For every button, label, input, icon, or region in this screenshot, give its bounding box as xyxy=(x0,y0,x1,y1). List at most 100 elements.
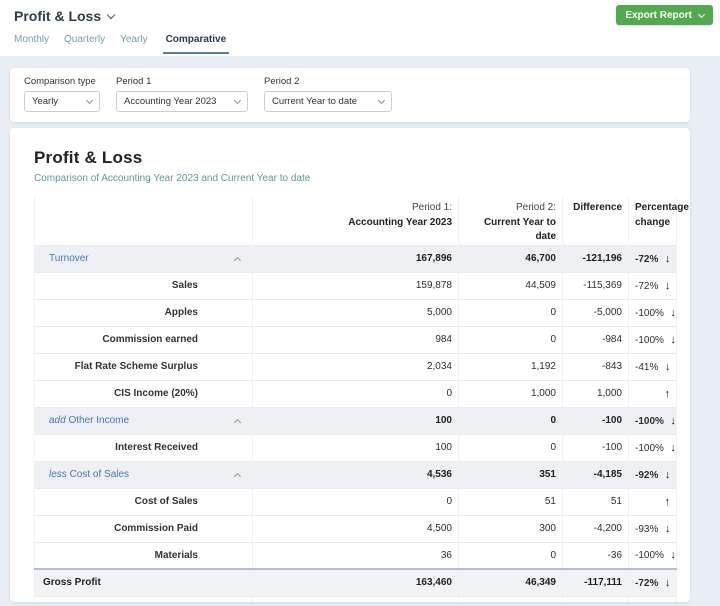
percentage-cell: -100%↓ xyxy=(629,299,677,326)
row-label-cell: Turnover xyxy=(35,245,253,272)
trend-down-icon: ↓ xyxy=(664,415,676,427)
row-label-cell: add Other Income xyxy=(35,407,253,434)
empty-cell xyxy=(253,596,459,602)
period2-column-header: Period 2: Current Year to date xyxy=(459,196,563,245)
period2-value-cell: 0 xyxy=(459,434,563,461)
percentage-cell: -100%↓ xyxy=(629,326,677,353)
trend-down-icon: ↓ xyxy=(658,361,670,373)
table-row: Cost of Sales05151↑ xyxy=(35,488,677,515)
percentage-value: -100% xyxy=(635,443,664,454)
difference-value-cell: -100 xyxy=(563,434,629,461)
percentage-cell: -100%↓ xyxy=(629,542,677,569)
percentage-cell: -41%↓ xyxy=(629,353,677,380)
row-label-cell: Gross Profit xyxy=(35,569,253,596)
difference-column-header: Difference xyxy=(563,196,629,245)
empty-cell xyxy=(563,596,629,602)
tab-yearly[interactable]: Yearly xyxy=(120,34,147,54)
period1-value-cell: 0 xyxy=(253,488,459,515)
export-chevron-down-icon xyxy=(698,10,705,17)
row-label-cell: Commission Paid xyxy=(35,515,253,542)
row-label-cell: less Cost of Sales xyxy=(35,461,253,488)
export-report-button[interactable]: Export Report xyxy=(616,5,713,25)
report-subtitle: Comparison of Accounting Year 2023 and C… xyxy=(34,173,676,184)
difference-value-cell: -843 xyxy=(563,353,629,380)
period2-value-cell: 46,700 xyxy=(459,245,563,272)
row-label-cell: Flat Rate Scheme Surplus xyxy=(35,353,253,380)
comparison-type-select[interactable]: Yearly xyxy=(24,91,100,112)
section-prefix: add xyxy=(49,415,68,426)
difference-value-cell: -36 xyxy=(563,542,629,569)
period1-value-cell: 4,500 xyxy=(253,515,459,542)
period1-value-cell: 159,878 xyxy=(253,272,459,299)
percentage-cell: -100%↓ xyxy=(629,407,677,434)
filter-bar: Comparison type Yearly Period 1 Accounti… xyxy=(10,68,690,122)
period2-value-cell: 300 xyxy=(459,515,563,542)
period1-value-cell: 100 xyxy=(253,434,459,461)
difference-value-cell: 51 xyxy=(563,488,629,515)
percentage-value: -100% xyxy=(635,335,664,346)
difference-value-cell: -100 xyxy=(563,407,629,434)
page-title-dropdown[interactable]: Profit & Loss xyxy=(14,8,114,24)
trend-down-icon: ↓ xyxy=(658,280,670,292)
comparison-type-value: Yearly xyxy=(32,96,58,107)
percentage-cell: -72%↓ xyxy=(629,245,677,272)
period2-select[interactable]: Current Year to date xyxy=(264,91,392,112)
percentage-value: -100% xyxy=(635,416,664,427)
table-row: Commission Paid4,500300-4,200-93%↓ xyxy=(35,515,677,542)
page-title: Profit & Loss xyxy=(14,8,101,24)
chevron-down-icon xyxy=(107,10,115,18)
difference-value-cell: -5,000 xyxy=(563,299,629,326)
collapse-chevron-up-icon[interactable] xyxy=(234,472,241,479)
percentage-value: -72% xyxy=(635,254,658,265)
percentage-value: -72% xyxy=(635,578,658,589)
percentage-cell: ↑ xyxy=(629,488,677,515)
period2-value-cell: 0 xyxy=(459,299,563,326)
collapse-chevron-up-icon[interactable] xyxy=(234,418,241,425)
period2-value-cell: 46,349 xyxy=(459,569,563,596)
chevron-down-icon xyxy=(378,97,385,104)
percentage-value: -92% xyxy=(635,470,658,481)
percentage-column-header: Percentage change xyxy=(629,196,677,245)
section-link[interactable]: Turnover xyxy=(41,253,89,264)
difference-value-cell: -984 xyxy=(563,326,629,353)
percentage-cell: -93%↓ xyxy=(629,515,677,542)
empty-cell xyxy=(459,596,563,602)
difference-value-cell: -121,196 xyxy=(563,245,629,272)
period1-value-cell: 36 xyxy=(253,542,459,569)
period2-value-cell: 51 xyxy=(459,488,563,515)
period1-select[interactable]: Accounting Year 2023 xyxy=(116,91,248,112)
trend-down-icon: ↓ xyxy=(658,253,670,265)
tab-quarterly[interactable]: Quarterly xyxy=(64,34,105,54)
period1-value-cell: 163,460 xyxy=(253,569,459,596)
tab-monthly[interactable]: Monthly xyxy=(14,34,49,54)
period2-value-cell: 0 xyxy=(459,326,563,353)
row-label-cell: Apples xyxy=(35,299,253,326)
trend-up-icon: ↑ xyxy=(658,388,670,400)
difference-value-cell: 1,000 xyxy=(563,380,629,407)
table-row: less Cost of Sales4,536351-4,185-92%↓ xyxy=(35,461,677,488)
difference-value-cell: -117,111 xyxy=(563,569,629,596)
section-prefix: less xyxy=(49,469,70,480)
table-row: Materials360-36-100%↓ xyxy=(35,542,677,569)
percentage-value: -41% xyxy=(635,362,658,373)
empty-cell xyxy=(35,596,253,602)
percentage-value: -72% xyxy=(635,281,658,292)
section-link[interactable]: less Cost of Sales xyxy=(41,469,129,480)
tab-comparative[interactable]: Comparative xyxy=(163,34,230,54)
period2-value-cell: 0 xyxy=(459,407,563,434)
period2-value-cell: 0 xyxy=(459,542,563,569)
period1-value-cell: 167,896 xyxy=(253,245,459,272)
period2-label: Period 2 xyxy=(264,76,392,87)
percentage-value: -100% xyxy=(635,308,664,319)
pnl-table-body: Turnover167,89646,700-121,196-72%↓Sales1… xyxy=(35,245,677,602)
trend-down-icon: ↓ xyxy=(658,469,670,481)
section-link[interactable]: add Other Income xyxy=(41,415,129,426)
trend-down-icon: ↓ xyxy=(664,307,676,319)
chevron-down-icon xyxy=(234,97,241,104)
period1-value-cell: 2,034 xyxy=(253,353,459,380)
table-row: CIS Income (20%)01,0001,000↑ xyxy=(35,380,677,407)
collapse-chevron-up-icon[interactable] xyxy=(234,256,241,263)
label-column-header xyxy=(35,196,253,245)
table-row: add Other Income1000-100-100%↓ xyxy=(35,407,677,434)
table-row: Commission earned9840-984-100%↓ xyxy=(35,326,677,353)
